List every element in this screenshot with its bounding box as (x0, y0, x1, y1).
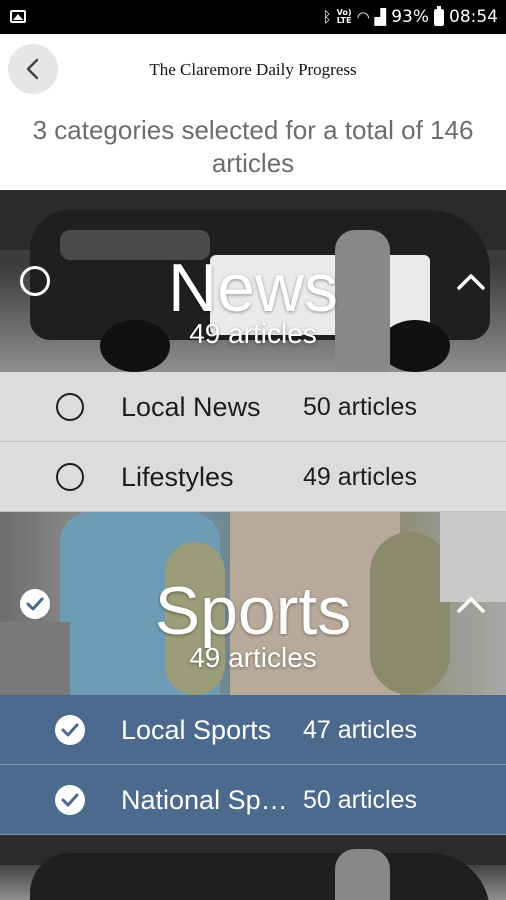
subcategory-radio[interactable] (56, 393, 84, 421)
subcategory-count: 50 articles (303, 392, 417, 421)
subcategory-row-local-sports[interactable]: Local Sports 47 articles (0, 695, 506, 765)
status-icons: ᛒ Vo) LTE ◠ ▟ 93% 08:54 (323, 0, 498, 34)
category-banner-news[interactable]: News 49 articles (0, 190, 506, 372)
subcategory-name: Local Sports (121, 714, 272, 745)
category-count-sports: 49 articles (189, 642, 317, 673)
subcategory-name: Lifestyles (121, 461, 234, 492)
next-banner-image (0, 835, 506, 900)
subcategory-count: 47 articles (303, 715, 417, 744)
gallery-icon (10, 10, 26, 23)
subcategory-count: 50 articles (303, 785, 417, 814)
category-title-sports: Sports (154, 573, 352, 649)
category-count-news: 49 articles (189, 318, 317, 349)
category-banner-sports[interactable]: Sports 49 articles (0, 512, 506, 695)
selection-summary: 3 categories selected for a total of 146… (32, 115, 474, 178)
volte-icon: Vo) LTE (336, 8, 352, 25)
category-title-news: News (167, 250, 339, 326)
checkmark-icon (61, 793, 79, 807)
battery-percent: 93% (391, 7, 429, 27)
header: The Claremore Daily Progress 3 categorie… (0, 34, 506, 190)
bluetooth-icon: ᛒ (322, 7, 332, 26)
status-bar: ᛒ Vo) LTE ◠ ▟ 93% 08:54 (0, 0, 506, 34)
chevron-up-icon[interactable] (456, 594, 486, 614)
chevron-up-icon[interactable] (456, 271, 486, 291)
wifi-icon: ◠ (356, 7, 370, 26)
subcategory-radio[interactable] (56, 463, 84, 491)
subcategory-row-national-sports[interactable]: National Sports 50 articles (0, 765, 506, 835)
checkmark-icon (61, 723, 79, 737)
subcategory-check[interactable] (55, 785, 85, 815)
subcategory-name: Local News (121, 391, 261, 422)
signal-icon: ▟ (374, 7, 387, 26)
subcategory-check[interactable] (55, 715, 85, 745)
subcategory-name: National Sports (121, 784, 291, 815)
clock: 08:54 (449, 7, 498, 27)
paper-title: The Claremore Daily Progress (149, 60, 357, 79)
category-banner-next[interactable] (0, 835, 506, 900)
battery-icon (434, 5, 444, 26)
subcategory-row-lifestyles[interactable]: Lifestyles 49 articles (0, 442, 506, 512)
subcategory-count: 49 articles (303, 462, 417, 491)
subcategory-row-local-news[interactable]: Local News 50 articles (0, 372, 506, 442)
